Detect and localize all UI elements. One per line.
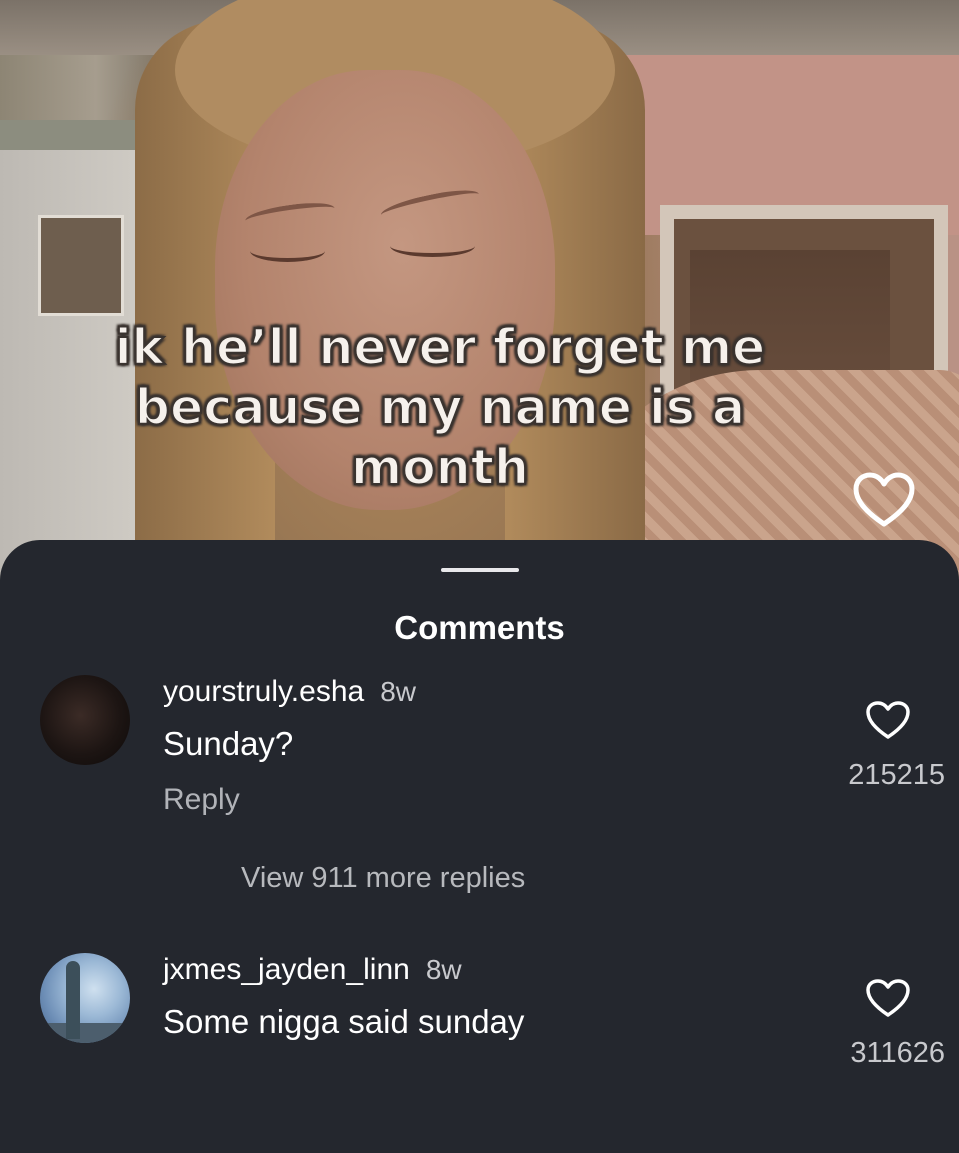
avatar[interactable] xyxy=(40,953,130,1043)
reply-button[interactable]: Reply xyxy=(163,783,240,817)
like-count: 311626 xyxy=(850,1037,945,1069)
avatar[interactable] xyxy=(40,675,130,765)
username-text[interactable]: jxmes_jayden_linn xyxy=(163,953,410,986)
comment-item: jxmes_jayden_linn 8w Some nigga said sund… xyxy=(0,953,959,1153)
comment-time: 8w xyxy=(380,676,416,707)
avatar-tree xyxy=(66,961,80,1039)
heart-icon[interactable] xyxy=(865,978,911,1018)
username-text[interactable]: yourstruly.esha xyxy=(163,675,364,708)
caption-line-3: month xyxy=(350,438,530,497)
view-more-replies-button[interactable]: View 911 more replies xyxy=(241,862,525,895)
comment-username[interactable]: jxmes_jayden_linn 8w xyxy=(163,953,462,987)
like-count: 215215 xyxy=(848,759,945,791)
comment-text: Sunday? xyxy=(163,725,294,762)
heart-icon[interactable] xyxy=(853,472,915,528)
avatar-ground xyxy=(40,1023,130,1043)
sheet-drag-handle[interactable] xyxy=(441,568,519,572)
comment-username[interactable]: yourstruly.esha 8w xyxy=(163,675,416,709)
heart-icon[interactable] xyxy=(865,700,911,740)
comment-time: 8w xyxy=(425,954,462,985)
person-eye-left xyxy=(250,240,325,262)
background-shelf xyxy=(0,120,150,150)
background-photo xyxy=(38,215,124,316)
comment-item: yourstruly.esha 8w Sunday? Reply 215215 xyxy=(0,675,959,875)
caption-line-1: ik he’ll never forget me xyxy=(114,318,767,377)
video-frame[interactable]: ik he’ll never forget me because my name… xyxy=(0,0,959,600)
caption-line-2: because my name is a xyxy=(134,378,746,437)
video-caption-overlay: ik he’ll never forget me because my name… xyxy=(60,318,820,498)
comments-title: Comments xyxy=(394,609,565,646)
comments-sheet: Comments yourstruly.esha 8w Sunday? Reply… xyxy=(0,540,959,1073)
person-eye-right xyxy=(390,235,475,257)
comment-text: Some nigga said sunday xyxy=(163,1003,525,1040)
